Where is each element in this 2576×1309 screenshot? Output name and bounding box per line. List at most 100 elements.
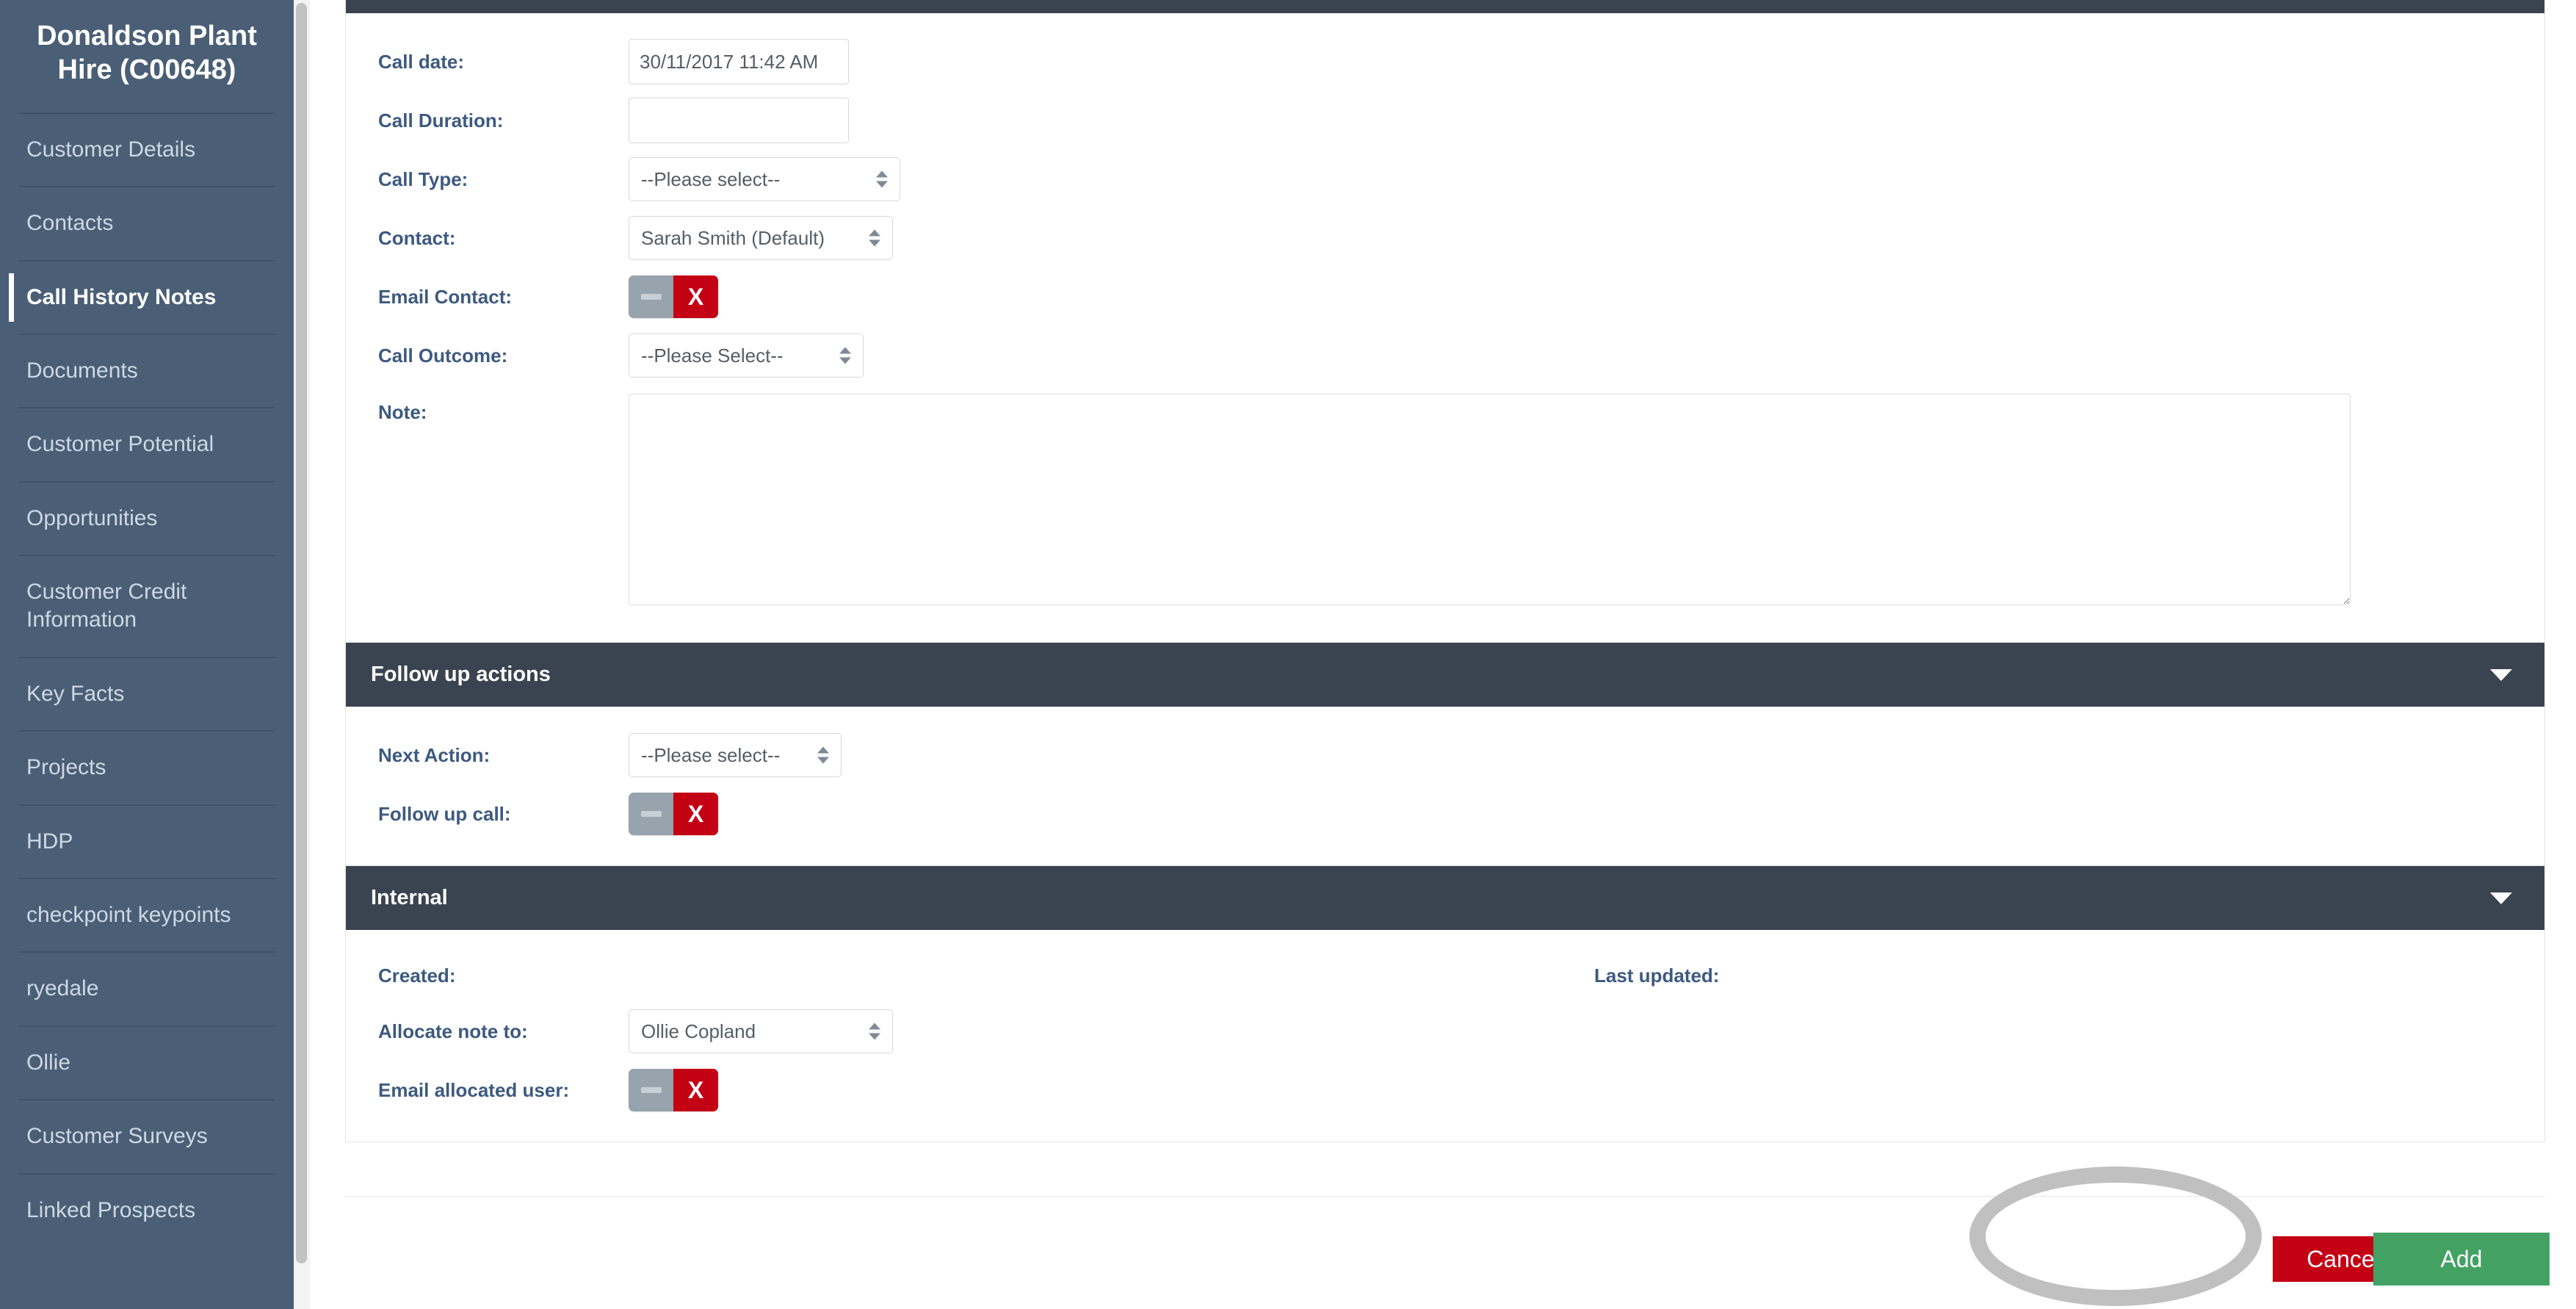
sidebar-item-label: Ollie [26,1050,71,1075]
sidebar-item-hdp[interactable]: HDP [0,806,294,878]
toggle-x-icon: X [673,1069,718,1111]
field-row-call-outcome: Call Outcome: --Please Select-- [346,326,2544,385]
follow-up-call-label: Follow up call: [378,802,511,825]
note-textarea[interactable] [629,394,2351,605]
field-row-call-date: Call date: [346,32,2544,91]
follow-up-actions-section-header[interactable]: Follow up actions [346,643,2544,707]
select-arrows-icon [869,229,880,247]
chevron-down-icon[interactable] [2490,892,2512,904]
email-allocated-user-toggle[interactable]: X [629,1069,718,1111]
allocate-note-to-value: Ollie Copland [641,1020,756,1042]
sidebar-item-label: Call History Notes [26,284,217,309]
call-history-note-page: Donaldson Plant Hire (C00648) Customer D… [0,0,2576,1309]
call-duration-label: Call Duration: [378,109,504,131]
sidebar-item-documents[interactable]: Documents [0,335,294,407]
sidebar-item-ryedale[interactable]: ryedale [0,953,294,1025]
field-row-call-duration: Call Duration: [346,91,2544,150]
sidebar-item-label: HDP [26,829,73,854]
main-content: Call date: Call Duration: Call Type: [345,0,2545,1309]
email-allocated-user-label: Email allocated user: [378,1078,570,1101]
sidebar-item-label: checkpoint keypoints [26,903,231,928]
next-action-value: --Please select-- [641,744,781,766]
call-details-body: Call date: Call Duration: Call Type: [346,13,2544,642]
allocate-note-to-label: Allocate note to: [378,1020,528,1042]
sidebar-item-customer-credit-information[interactable]: Customer Credit Information [0,556,294,657]
sidebar-item-checkpoint-keypoints[interactable]: checkpoint keypoints [0,879,294,951]
sidebar-item-label: Customer Details [26,137,196,162]
call-outcome-value: --Please Select-- [641,345,784,367]
contact-value: Sarah Smith (Default) [641,227,825,249]
sidebar-item-customer-surveys[interactable]: Customer Surveys [0,1100,294,1172]
call-duration-input[interactable] [629,98,849,143]
add-button[interactable]: Add [2373,1233,2550,1285]
minus-icon [629,793,673,835]
sidebar-item-label: Projects [26,755,106,780]
sidebar-item-label: Documents [26,358,138,383]
sidebar-item-label: Opportunities [26,505,158,530]
call-outcome-label: Call Outcome: [378,344,508,367]
call-details-section-header[interactable] [346,0,2544,13]
call-details-panel: Call date: Call Duration: Call Type: [345,0,2545,643]
sidebar-item-customer-potential[interactable]: Customer Potential [0,408,294,480]
sidebar-item-linked-prospects[interactable]: Linked Prospects [0,1175,294,1247]
minus-icon [629,1069,673,1111]
next-action-select[interactable]: --Please select-- [629,733,842,777]
minus-icon [629,275,673,318]
field-row-note: Note: [346,385,2544,620]
select-arrows-icon [876,170,888,188]
customer-sidebar: Donaldson Plant Hire (C00648) Customer D… [0,0,294,1309]
sidebar-item-label: Linked Prospects [26,1197,196,1222]
contact-select[interactable]: Sarah Smith (Default) [629,216,893,260]
created-label: Created: [378,964,456,987]
field-row-email-contact: Email Contact: X [346,267,2544,326]
select-arrows-icon [839,347,851,364]
allocate-note-to-select[interactable]: Ollie Copland [629,1009,893,1053]
call-type-select[interactable]: --Please select-- [629,157,900,201]
sidebar-item-label: Key Facts [26,681,125,706]
sidebar-item-ollie[interactable]: Ollie [0,1027,294,1099]
note-label: Note: [378,401,427,423]
active-indicator [9,273,14,322]
select-arrows-icon [869,1023,880,1040]
last-updated-label: Last updated: [1594,964,1720,987]
call-type-value: --Please select-- [641,168,781,190]
field-row-call-type: Call Type: --Please select-- [346,150,2544,209]
divider [345,1196,2545,1197]
sidebar-item-label: ryedale [26,976,99,1001]
internal-section-header[interactable]: Internal [346,866,2544,930]
sidebar-item-projects[interactable]: Projects [0,732,294,804]
chevron-down-icon[interactable] [2490,668,2512,681]
follow-up-call-toggle[interactable]: X [629,793,718,835]
sidebar-scrollbar-thumb[interactable] [296,3,307,1263]
form-action-bar: Cancel Add [345,1196,2550,1309]
sidebar-item-label: Customer Potential [26,432,214,457]
sidebar-item-key-facts[interactable]: Key Facts [0,658,294,730]
sidebar-item-opportunities[interactable]: Opportunities [0,483,294,555]
sidebar-item-label: Contacts [26,211,114,236]
sidebar-item-label: Customer Surveys [26,1124,208,1149]
email-contact-toggle[interactable]: X [629,275,718,318]
field-row-follow-up-call: Follow up call: X [346,785,2544,843]
customer-title: Donaldson Plant Hire (C00648) [37,21,257,86]
field-row-created: Created: Last updated: [346,949,2544,1002]
sidebar-item-call-history-notes[interactable]: Call History Notes [0,262,294,333]
field-row-contact: Contact: Sarah Smith (Default) [346,209,2544,267]
call-date-input[interactable] [629,39,849,84]
internal-title: Internal [371,886,448,909]
select-arrows-icon [817,746,829,764]
call-date-label: Call date: [378,50,465,73]
internal-panel: Internal Created: Last updated: Allocate… [345,866,2545,1142]
field-row-next-action: Next Action: --Please select-- [346,726,2544,785]
sidebar-item-customer-details[interactable]: Customer Details [0,114,294,186]
next-action-label: Next Action: [378,743,491,766]
call-outcome-select[interactable]: --Please Select-- [629,333,864,378]
internal-body: Created: Last updated: Allocate note to:… [346,930,2544,1142]
follow-up-actions-body: Next Action: --Please select-- Follow up… [346,707,2544,865]
sidebar-item-label: Customer Credit Information [26,580,187,632]
page-right-margin [2545,0,2576,1309]
contact-label: Contact: [378,226,456,249]
sidebar-item-contacts[interactable]: Contacts [0,187,294,259]
follow-up-actions-title: Follow up actions [371,663,551,686]
field-row-email-allocated-user: Email allocated user: X [346,1061,2544,1119]
field-row-allocate-note-to: Allocate note to: Ollie Copland [346,1002,2544,1061]
